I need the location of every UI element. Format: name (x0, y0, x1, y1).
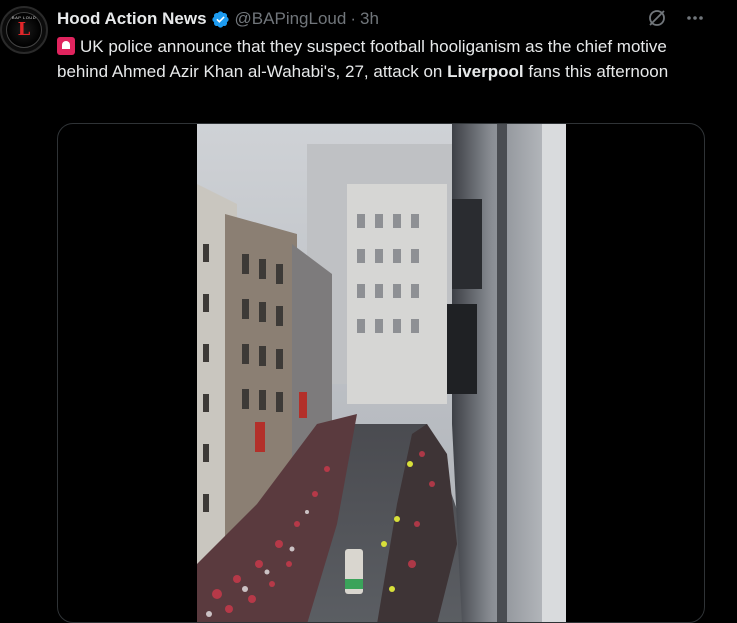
timestamp[interactable]: 3h (360, 9, 379, 29)
avatar-logo: BAP LOUD L (6, 12, 42, 48)
tweet-text: UK police announce that they suspect foo… (57, 34, 717, 84)
display-name[interactable]: Hood Action News (57, 9, 207, 29)
media-video-container[interactable] (57, 123, 705, 623)
video-still-image (197, 124, 566, 622)
tweet-text-bold: Liverpool (447, 62, 524, 81)
tweet-header: Hood Action News @BAPingLoud · 3h (57, 8, 379, 30)
user-handle[interactable]: @BAPingLoud (235, 9, 347, 29)
grok-icon[interactable] (647, 8, 667, 28)
more-icon[interactable] (685, 8, 705, 28)
video-frame[interactable] (197, 124, 566, 622)
avatar[interactable]: BAP LOUD L (0, 6, 48, 54)
police-siren-emoji (57, 37, 75, 55)
avatar-letter: L (17, 19, 31, 40)
separator-dot: · (350, 9, 356, 28)
scrollbar[interactable] (725, 0, 729, 597)
tweet-text-part-2: fans this afternoon (523, 62, 669, 81)
header-actions (647, 8, 705, 28)
verified-badge-icon[interactable] (211, 10, 230, 29)
tweet-post[interactable]: BAP LOUD L Hood Action News @BAPingLoud … (0, 0, 737, 623)
